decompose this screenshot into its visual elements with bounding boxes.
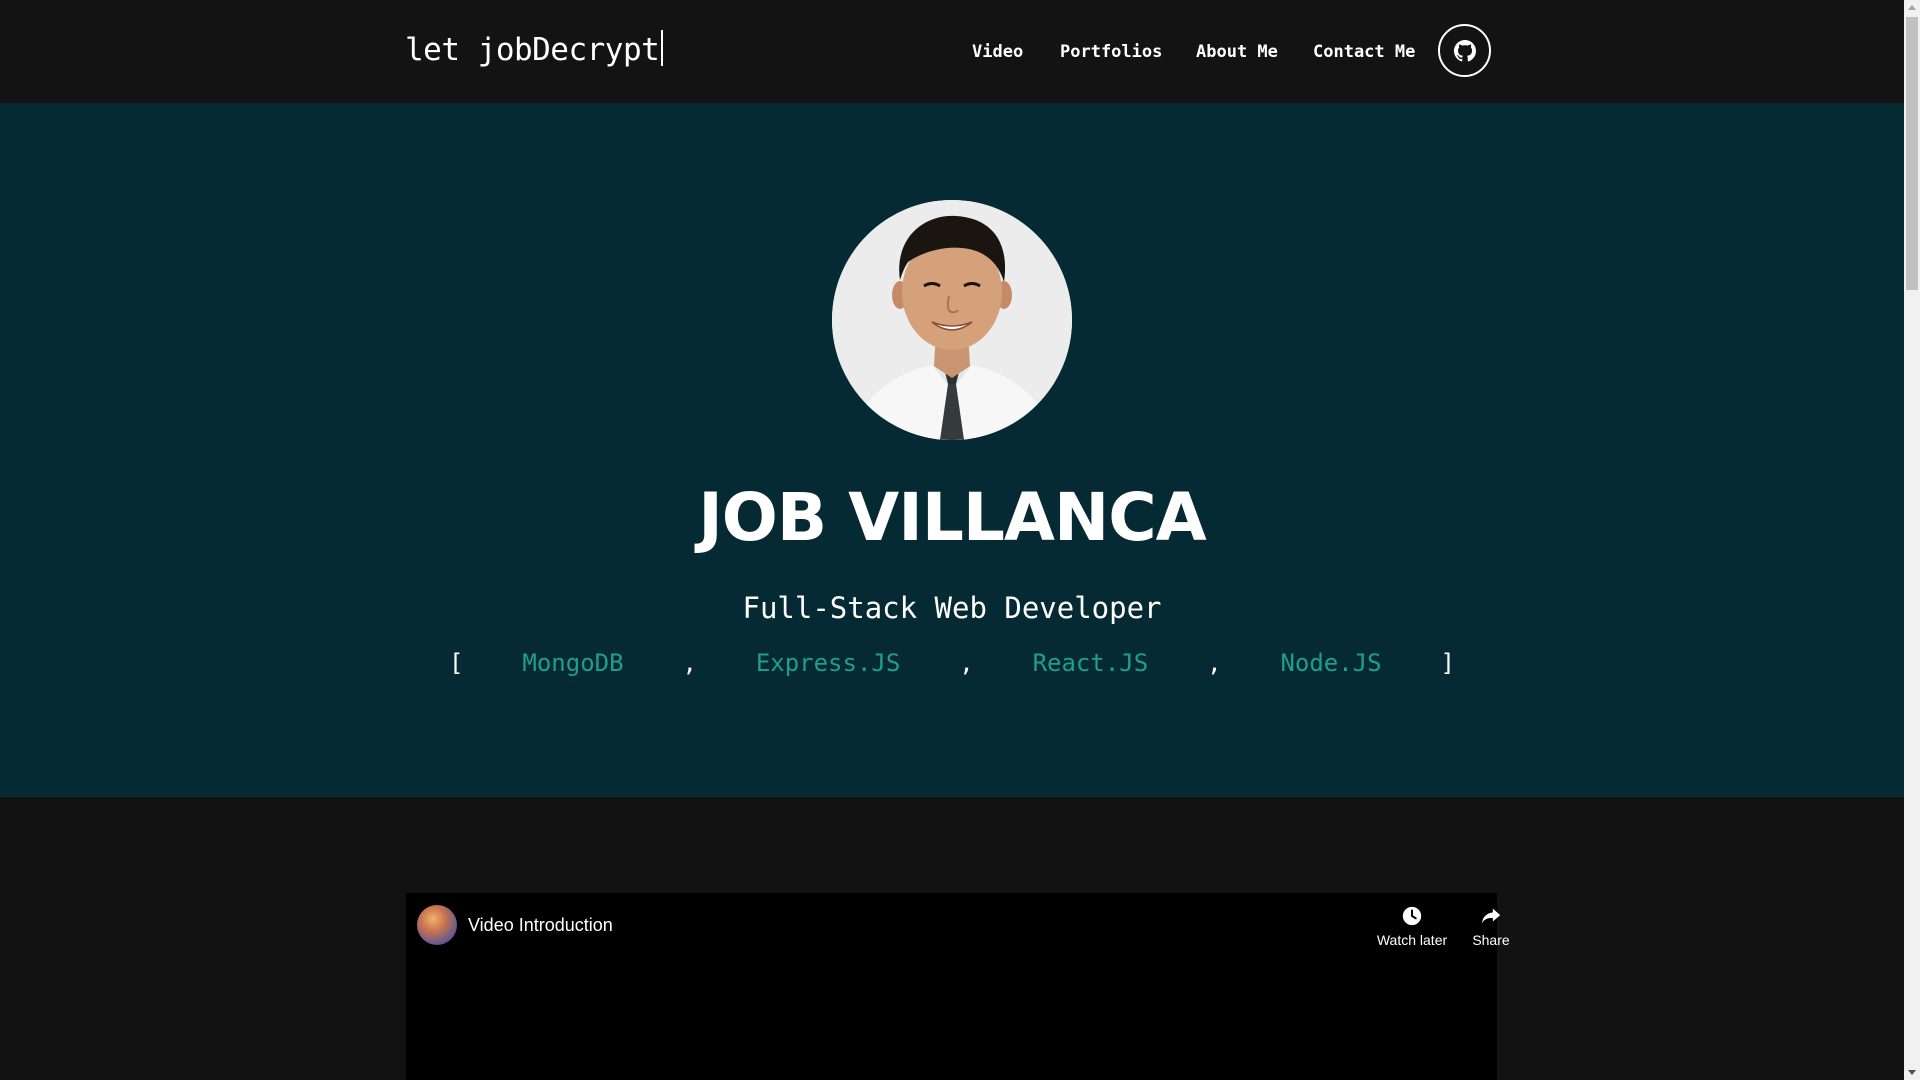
- stack-separator: ,: [959, 649, 974, 677]
- watch-later-button[interactable]: Watch later: [1372, 905, 1452, 949]
- stack-separator: ,: [1207, 649, 1222, 677]
- stack-item-mongodb: MongoDB: [522, 649, 624, 677]
- tech-stack: [ MongoDB , Express.JS , React.JS , Node…: [0, 647, 1904, 679]
- nav-about-me[interactable]: About Me: [1196, 40, 1278, 64]
- stack-item-node: Node.JS: [1280, 649, 1382, 677]
- stack-separator: ,: [682, 649, 697, 677]
- profile-photo: [832, 200, 1072, 440]
- stack-close-bracket: ]: [1440, 649, 1455, 677]
- nav-contact-me[interactable]: Contact Me: [1313, 40, 1415, 64]
- video-player[interactable]: Video Introduction Watch later Share: [406, 893, 1510, 1080]
- nav-portfolios[interactable]: Portfolios: [1060, 40, 1162, 64]
- share-arrow-icon: [1481, 908, 1501, 924]
- share-button[interactable]: Share: [1451, 905, 1531, 949]
- scroll-down-arrow-icon[interactable]: [1908, 1070, 1916, 1075]
- scroll-up-arrow-icon[interactable]: [1908, 5, 1916, 10]
- hero-section: JOB VILLANCA Full-Stack Web Developer [ …: [0, 103, 1904, 797]
- watch-later-label: Watch later: [1376, 932, 1448, 948]
- github-icon: [1453, 39, 1476, 61]
- video-title[interactable]: Video Introduction: [468, 913, 613, 937]
- clock-icon: [1402, 906, 1422, 926]
- profile-photo-illustration: [832, 200, 1072, 440]
- navbar: let jobDecrypt Video Portfolios About Me…: [0, 0, 1904, 103]
- stack-item-express: Express.JS: [755, 649, 901, 677]
- nav-video[interactable]: Video: [972, 40, 1023, 64]
- hero-role: Full-Stack Web Developer: [742, 591, 1162, 625]
- stack-open-bracket: [: [449, 649, 464, 677]
- brand-logo[interactable]: let jobDecrypt: [405, 30, 664, 70]
- channel-avatar[interactable]: [417, 905, 457, 945]
- brand-text: let jobDecrypt: [405, 32, 660, 68]
- vertical-scrollbar[interactable]: [1904, 0, 1920, 1080]
- github-button[interactable]: [1438, 24, 1491, 77]
- page: let jobDecrypt Video Portfolios About Me…: [0, 0, 1904, 1080]
- scrollbar-thumb[interactable]: [1906, 17, 1918, 290]
- text-cursor: [661, 30, 664, 66]
- hero-name: JOB VILLANCA: [698, 479, 1207, 556]
- share-label: Share: [1472, 932, 1510, 948]
- stack-item-react: React.JS: [1032, 649, 1149, 677]
